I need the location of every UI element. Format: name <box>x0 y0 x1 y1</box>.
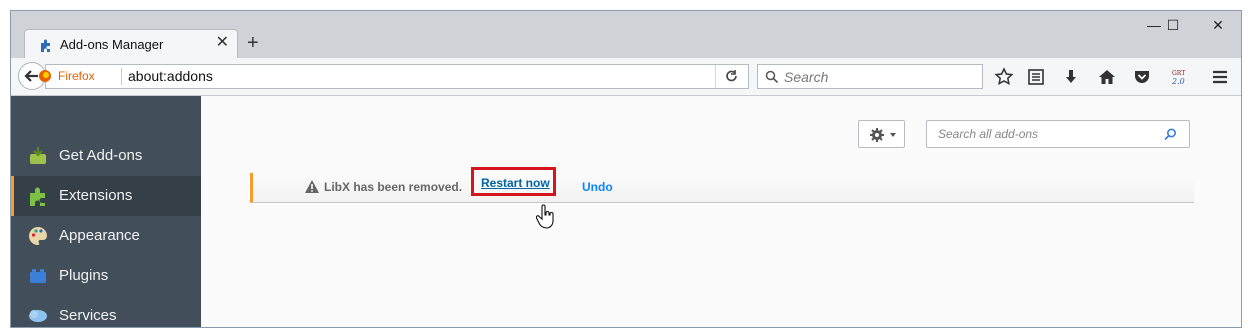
hand-pointer-cursor-icon <box>536 204 554 229</box>
notification-message: LibX has been removed. <box>324 180 463 194</box>
selected-indicator <box>11 176 14 216</box>
minimize-button[interactable]: — <box>1144 17 1164 33</box>
sidebar-item-extensions[interactable]: Extensions <box>11 176 201 216</box>
dropdown-arrow-icon <box>890 133 896 137</box>
navigation-toolbar: Firefox about:addons Search GRT 2.0 <box>11 58 1241 96</box>
firefox-logo-icon <box>39 70 51 82</box>
new-tab-button[interactable]: + <box>247 33 259 53</box>
sidebar-item-label: Extensions <box>59 187 133 204</box>
search-bar[interactable]: Search <box>757 64 983 89</box>
home-icon[interactable] <box>1097 67 1117 87</box>
tab-close-icon[interactable]: ✕ <box>216 35 229 51</box>
reload-button[interactable] <box>715 65 748 88</box>
search-addons-placeholder: Search all add-ons <box>938 127 1039 141</box>
sidebar-item-label: Services <box>59 307 117 324</box>
services-cloud-icon <box>29 310 47 322</box>
svg-text:GRT: GRT <box>1172 70 1185 77</box>
categories-sidebar: Get Add-ons Extensions Appearance Plugin… <box>11 96 201 327</box>
url-bar[interactable]: Firefox about:addons <box>39 64 749 89</box>
restart-highlight-box: Restart now <box>471 167 556 196</box>
get-addons-icon <box>30 147 46 164</box>
sidebar-item-label: Appearance <box>59 227 140 244</box>
search-icon <box>1164 128 1177 141</box>
sidebar-item-label: Plugins <box>59 267 109 284</box>
sidebar-item-label: Get Add-ons <box>59 147 143 164</box>
tab-strip: Add-ons Manager ✕ + — ☐ ✕ <box>11 11 1241 59</box>
sidebar-item-get-addons[interactable]: Get Add-ons <box>11 136 201 176</box>
libx-addon-icon[interactable]: GRT 2.0 <box>1169 67 1189 87</box>
sidebar-item-appearance[interactable]: Appearance <box>11 216 201 256</box>
palette-icon <box>29 227 47 245</box>
puzzle-icon <box>41 39 50 52</box>
search-placeholder: Search <box>784 69 829 85</box>
removal-notification: LibX has been removed. Restart now Undo <box>250 167 1194 203</box>
puzzle-icon <box>30 187 45 206</box>
undo-link[interactable]: Undo <box>582 180 613 194</box>
gear-icon <box>870 128 884 142</box>
browser-window: Add-ons Manager ✕ + — ☐ ✕ Firefox about:… <box>10 10 1242 328</box>
url-text[interactable]: about:addons <box>128 68 213 84</box>
restart-now-link[interactable]: Restart now <box>481 176 550 190</box>
addons-main-panel: Search all add-ons LibX has been removed… <box>201 96 1241 327</box>
pocket-icon[interactable] <box>1132 67 1152 87</box>
search-icon <box>765 70 779 84</box>
identity-separator <box>121 68 122 85</box>
warning-icon <box>305 180 319 193</box>
svg-text:2.0: 2.0 <box>1171 77 1185 86</box>
plugin-brick-icon <box>30 269 46 283</box>
bookmark-star-icon[interactable] <box>994 67 1014 87</box>
sidebar-item-services[interactable]: Services <box>11 296 201 327</box>
window-close-button[interactable]: ✕ <box>1208 17 1228 34</box>
reading-list-icon[interactable] <box>1026 67 1046 87</box>
tools-menu-button[interactable] <box>858 120 905 148</box>
identity-label: Firefox <box>58 69 95 83</box>
maximize-button[interactable]: ☐ <box>1163 17 1183 34</box>
tab-addons-manager[interactable]: Add-ons Manager ✕ <box>24 29 238 59</box>
downloads-icon[interactable] <box>1061 67 1081 87</box>
sidebar-item-plugins[interactable]: Plugins <box>11 256 201 296</box>
reload-icon <box>726 70 737 82</box>
tab-title: Add-ons Manager <box>60 37 164 52</box>
search-addons-input[interactable]: Search all add-ons <box>926 120 1190 148</box>
hamburger-menu-icon[interactable] <box>1210 67 1230 87</box>
addons-content: Get Add-ons Extensions Appearance Plugin… <box>11 96 1241 327</box>
